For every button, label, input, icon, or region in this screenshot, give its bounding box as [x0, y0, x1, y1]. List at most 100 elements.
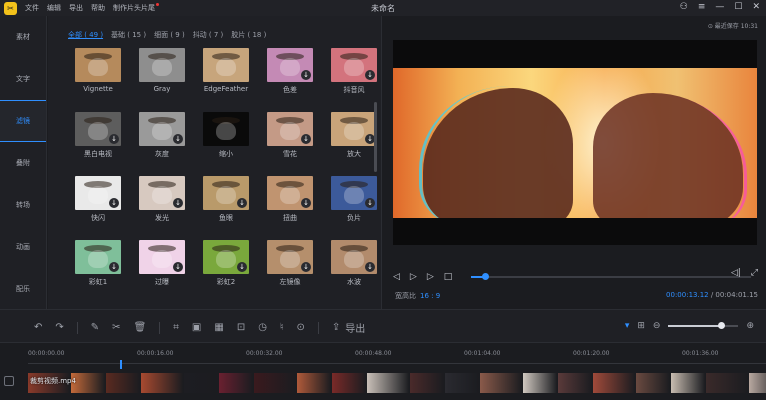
filter-thumbnail[interactable]: ↓	[331, 176, 377, 210]
menu-help[interactable]: 帮助	[91, 3, 105, 13]
speed-icon[interactable]: ◷	[258, 322, 267, 333]
download-icon[interactable]: ↓	[301, 70, 311, 80]
freeze-icon[interactable]: ▦	[214, 322, 223, 333]
filter-tile[interactable]: ↓ 色差	[258, 48, 322, 106]
sidebar-item-1[interactable]: 文字	[0, 58, 46, 100]
filter-thumbnail[interactable]: ↓	[331, 48, 377, 82]
filter-tile[interactable]: Gray	[130, 48, 194, 106]
tab-filter-4[interactable]: 胶片 ( 18 )	[231, 30, 266, 40]
volume-icon[interactable]: ◁|	[731, 268, 741, 278]
stop-icon[interactable]: □	[444, 272, 453, 282]
tab-filter-3[interactable]: 抖动 ( 7 )	[193, 30, 224, 40]
download-icon[interactable]: ↓	[301, 198, 311, 208]
filter-tile[interactable]: ↓ 扭曲	[258, 176, 322, 234]
filter-tile[interactable]: ↓ 彩虹2	[194, 240, 258, 298]
zoom-out-icon[interactable]: ⊖	[653, 321, 661, 331]
sidebar-item-5[interactable]: 动画	[0, 226, 46, 268]
export-button[interactable]: 导出	[345, 320, 365, 335]
sidebar-item-0[interactable]: 素材	[0, 16, 46, 58]
download-icon[interactable]: ↓	[301, 262, 311, 272]
voiceover-icon[interactable]: ⊙	[297, 322, 305, 333]
filter-thumbnail[interactable]: ↓	[203, 240, 249, 274]
tab-filter-0[interactable]: 全部 ( 49 )	[68, 30, 103, 40]
filter-thumbnail[interactable]	[75, 48, 121, 82]
maximize-icon[interactable]: ☐	[734, 1, 742, 14]
seek-bar[interactable]	[471, 273, 751, 280]
time-ruler[interactable]: 00:00:00.00 00:00:16.00 00:00:32.00 00:00:4…	[28, 350, 766, 366]
sidebar-item-3[interactable]: 叠附	[0, 142, 46, 184]
playhead[interactable]	[120, 360, 122, 369]
menu-export[interactable]: 导出	[69, 3, 83, 13]
zoom-in-icon[interactable]: ⊕	[746, 321, 754, 331]
menu-file[interactable]: 文件	[25, 3, 39, 13]
tab-filter-1[interactable]: 基础 ( 15 )	[111, 30, 146, 40]
filter-tile[interactable]: ↓ 抖音风	[322, 48, 381, 106]
download-icon[interactable]: ↓	[109, 198, 119, 208]
mic-icon[interactable]: ♮	[280, 322, 284, 333]
filter-thumbnail[interactable]: ↓	[267, 176, 313, 210]
menu-edit[interactable]: 编辑	[47, 3, 61, 13]
tab-filter-2[interactable]: 细面 ( 9 )	[154, 30, 185, 40]
pen-icon[interactable]: ✎	[91, 322, 99, 333]
marker-icon[interactable]: ▾	[625, 321, 630, 331]
filter-thumbnail[interactable]: ↓	[331, 240, 377, 274]
filter-thumbnail[interactable]: ↓	[75, 112, 121, 146]
prev-frame-icon[interactable]: ◁	[393, 272, 400, 282]
mosaic-icon[interactable]: ▣	[192, 322, 201, 333]
seek-knob[interactable]	[482, 273, 489, 280]
aspect-ratio[interactable]: 宽高比 16 : 9	[395, 291, 440, 301]
menu-intro-outro[interactable]: 制作片头片尾	[113, 3, 159, 13]
filter-thumbnail[interactable]: ↓	[331, 112, 377, 146]
filter-thumbnail[interactable]: ↓	[139, 112, 185, 146]
filter-thumbnail[interactable]: ↓	[203, 176, 249, 210]
menu-icon[interactable]: ≡	[698, 1, 706, 14]
download-icon[interactable]: ↓	[173, 198, 183, 208]
filter-tile[interactable]: ↓ 水波	[322, 240, 381, 298]
filter-tile[interactable]: ↓ 发光	[130, 176, 194, 234]
download-icon[interactable]: ↓	[365, 262, 375, 272]
download-icon[interactable]: ↓	[173, 134, 183, 144]
filter-thumbnail[interactable]: ↓	[139, 176, 185, 210]
sidebar-item-2[interactable]: 滤镜	[0, 100, 46, 142]
sidebar-item-6[interactable]: 配乐	[0, 268, 46, 310]
download-icon[interactable]: ↓	[237, 262, 247, 272]
zoom-knob[interactable]	[717, 322, 725, 329]
close-icon[interactable]: ✕	[752, 1, 760, 14]
video-track[interactable]	[28, 373, 766, 393]
filter-tile[interactable]: ↓ 彩虹1	[66, 240, 130, 298]
filter-tile[interactable]: ↓ 黑白电视	[66, 112, 130, 170]
sidebar-item-4[interactable]: 转场	[0, 184, 46, 226]
download-icon[interactable]: ↓	[109, 134, 119, 144]
zoom-slider[interactable]	[668, 322, 739, 329]
filter-thumbnail[interactable]	[203, 48, 249, 82]
redo-icon[interactable]: ↷	[55, 322, 63, 333]
filter-tile[interactable]: ↓ 左镜像	[258, 240, 322, 298]
download-icon[interactable]: ↓	[109, 262, 119, 272]
filter-thumbnail[interactable]: ↓	[75, 176, 121, 210]
user-icon[interactable]: ⚇	[680, 1, 688, 14]
filter-tile[interactable]: 缩小	[194, 112, 258, 170]
share-icon[interactable]: ⇪	[332, 322, 340, 333]
filter-tile[interactable]: ↓ 鱼眼	[194, 176, 258, 234]
download-icon[interactable]: ↓	[173, 262, 183, 272]
filter-tile[interactable]: ↓ 灰度	[130, 112, 194, 170]
undo-icon[interactable]: ↶	[34, 322, 42, 333]
play-icon[interactable]: ▷	[410, 272, 417, 282]
next-frame-icon[interactable]: ▷	[427, 272, 434, 282]
filter-tile[interactable]: ↓ 快闪	[66, 176, 130, 234]
filter-tile[interactable]: ↓ 过曝	[130, 240, 194, 298]
video-preview[interactable]	[393, 40, 757, 245]
filter-thumbnail[interactable]: ↓	[267, 48, 313, 82]
filter-thumbnail[interactable]: ↓	[75, 240, 121, 274]
filter-tile[interactable]: Vignette	[66, 48, 130, 106]
panel-scrollbar[interactable]	[374, 102, 377, 172]
filter-thumbnail[interactable]	[203, 112, 249, 146]
download-icon[interactable]: ↓	[237, 198, 247, 208]
screenshot-icon[interactable]: ⊡	[237, 322, 245, 333]
fullscreen-icon[interactable]: ⤢	[751, 268, 758, 278]
download-icon[interactable]: ↓	[365, 198, 375, 208]
cut-icon[interactable]: ✂	[112, 322, 120, 333]
crop-icon[interactable]: ⌗	[173, 322, 179, 333]
filter-tile[interactable]: ↓ 雪花	[258, 112, 322, 170]
download-icon[interactable]: ↓	[301, 134, 311, 144]
